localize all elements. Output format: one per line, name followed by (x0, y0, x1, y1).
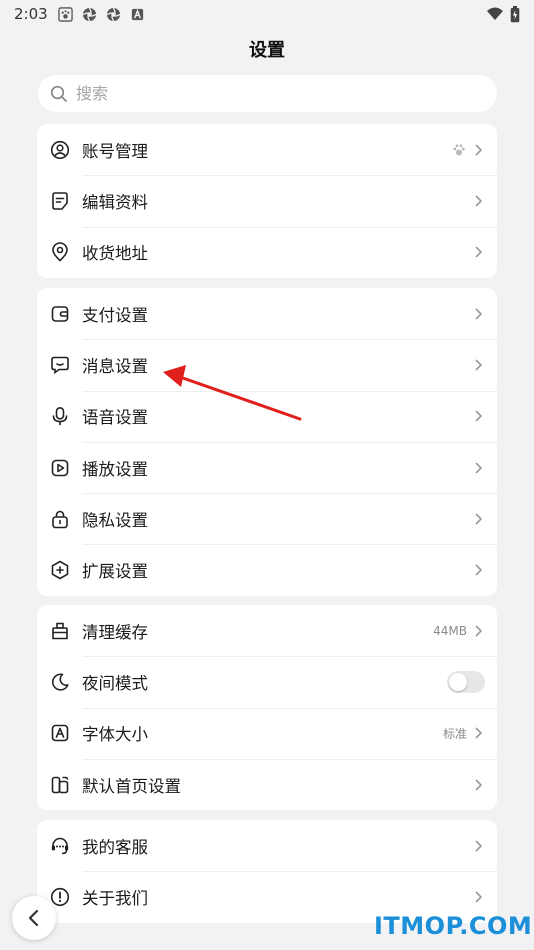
broom-icon (50, 621, 70, 641)
night-mode-toggle[interactable] (447, 670, 485, 693)
chevron-right-icon (475, 727, 483, 739)
search-bar[interactable] (38, 75, 497, 112)
cache-size-value: 44MB (433, 623, 467, 638)
chevron-right-icon (475, 410, 483, 422)
setting-row-shipping-address[interactable]: 收货地址 (37, 226, 497, 278)
setting-row-payment[interactable]: 支付设置 (37, 288, 497, 339)
search-icon (50, 85, 67, 102)
setting-label: 编辑资料 (82, 192, 148, 212)
watermark: ITMOP.COM (374, 912, 533, 940)
setting-row-night-mode[interactable]: 夜间模式 (37, 656, 497, 707)
setting-label: 收货地址 (82, 244, 148, 264)
chevron-right-icon (475, 778, 483, 791)
setting-label: 关于我们 (82, 888, 148, 908)
settings-group-account: 账号管理 编辑资料 收货地址 (37, 124, 497, 278)
setting-row-font-size[interactable]: 字体大小 标准 (37, 707, 497, 759)
font-size-icon (50, 723, 70, 743)
setting-label: 隐私设置 (82, 510, 148, 530)
wifi-icon (487, 7, 503, 20)
chevron-right-icon (475, 513, 483, 525)
settings-group-general: 清理缓存 44MB 夜间模式 字体大小 标准 默认首页设置 (37, 605, 497, 811)
home-layout-icon (50, 775, 70, 795)
battery-icon (510, 5, 520, 22)
settings-group-support: 我的客服 关于我们 (37, 820, 497, 923)
chevron-left-icon (28, 909, 39, 927)
paw-notification-icon (57, 6, 73, 22)
microphone-icon (50, 406, 70, 426)
paw-icon (453, 144, 465, 156)
chevron-right-icon (475, 195, 483, 207)
font-size-value: 标准 (442, 726, 467, 741)
chevron-right-icon (475, 564, 483, 576)
setting-label: 播放设置 (82, 459, 148, 479)
aperture-notification-icon-2 (106, 7, 120, 21)
play-icon (50, 458, 70, 478)
setting-row-playback[interactable]: 播放设置 (37, 441, 497, 493)
setting-label: 我的客服 (82, 837, 148, 857)
setting-label: 语音设置 (82, 408, 148, 428)
moon-icon (50, 672, 70, 692)
location-pin-icon (50, 242, 70, 262)
setting-label: 支付设置 (82, 305, 148, 325)
setting-label: 扩展设置 (82, 562, 148, 582)
message-icon (50, 355, 70, 375)
aperture-notification-icon (82, 7, 96, 21)
setting-row-customer-service[interactable]: 我的客服 (37, 820, 497, 871)
chevron-right-icon (475, 840, 483, 852)
chevron-right-icon (475, 144, 483, 156)
chevron-right-icon (475, 246, 483, 258)
status-time: 2:03 (14, 5, 48, 23)
setting-row-extension[interactable]: 扩展设置 (37, 544, 497, 595)
headset-icon (50, 836, 70, 856)
chevron-right-icon (475, 308, 483, 320)
user-circle-icon (50, 140, 70, 160)
settings-group-preferences: 支付设置 消息设置 语音设置 播放设置 隐私设置 扩展设置 (37, 288, 497, 596)
chevron-right-icon (475, 891, 483, 903)
setting-label: 字体大小 (82, 725, 148, 745)
setting-row-clear-cache[interactable]: 清理缓存 44MB (37, 605, 497, 656)
wallet-icon (50, 304, 70, 324)
chevron-right-icon (475, 461, 483, 474)
setting-label: 消息设置 (82, 356, 148, 376)
search-input[interactable] (76, 84, 456, 103)
setting-row-message[interactable]: 消息设置 (37, 339, 497, 390)
setting-row-account-management[interactable]: 账号管理 (37, 124, 497, 175)
setting-label: 默认首页设置 (82, 776, 181, 796)
setting-label: 清理缓存 (82, 622, 148, 642)
chevron-right-icon (475, 625, 483, 637)
chevron-right-icon (475, 359, 483, 371)
setting-label: 账号管理 (82, 141, 148, 161)
status-bar: 2:03 (0, 0, 534, 28)
info-icon (50, 887, 70, 907)
setting-label: 夜间模式 (82, 673, 148, 693)
edit-note-icon (50, 191, 70, 211)
setting-row-voice[interactable]: 语音设置 (37, 390, 497, 442)
setting-row-default-homepage[interactable]: 默认首页设置 (37, 758, 497, 810)
back-button[interactable] (12, 896, 56, 940)
toggle-knob (449, 672, 467, 691)
app-a-notification-icon (131, 8, 143, 20)
lock-icon (50, 509, 70, 529)
extension-icon (50, 560, 70, 580)
setting-row-edit-profile[interactable]: 编辑资料 (37, 175, 497, 226)
setting-row-privacy[interactable]: 隐私设置 (37, 493, 497, 544)
page-title: 设置 (249, 40, 285, 61)
